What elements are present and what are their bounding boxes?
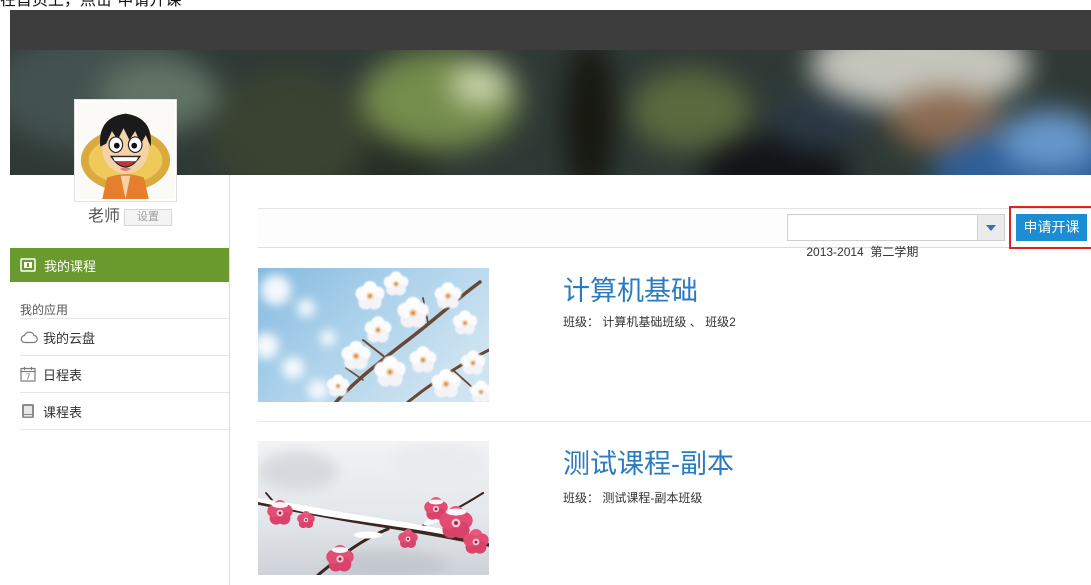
course-cover-image[interactable] [258,441,489,575]
avatar-image [77,102,174,199]
sidebar-item-label: 日程表 [43,367,83,383]
section-label-my-apps: 我的应用 [20,303,69,317]
dropdown-arrow-button[interactable] [977,215,1004,240]
classes-label: 班级： [563,491,600,505]
class-separator: 、 [689,315,702,329]
class-name: 计算机基础班级 [602,315,687,329]
settings-button[interactable]: 设置 [124,208,173,226]
course-title-link[interactable]: 计算机基础 [563,275,698,307]
course-cover-image[interactable] [258,268,489,402]
course-title-link[interactable]: 测试课程-副本 [563,448,734,480]
apply-course-button[interactable]: 申请开课 [1016,214,1087,241]
calendar-icon: 7 [20,366,38,382]
book-icon [20,403,38,419]
class-name: 测试课程-副本班级 [602,491,703,505]
semester-select-value: 2013-2014 第二学期 [806,245,919,259]
sidebar-item-schedule[interactable]: 7 日程表 [20,356,229,393]
classes-label: 班级： [563,315,600,329]
cloud-icon [20,329,38,345]
course-classes: 班级： 计算机基础班级 、 班级2 [563,314,736,330]
app-list: 我的云盘 7 日程表 课程表 [20,318,229,430]
instruction-caption: 在首页上，点击“申请开课” [0,0,187,9]
class-name: 班级2 [705,315,736,329]
sidebar-item-label: 我的云盘 [43,330,96,346]
page: 在首页上，点击“申请开课” 老师 设置 我的课程 我的应用 我的云盘 7 日程表… [0,0,1091,585]
course-icon [20,258,36,272]
sidebar-item-my-courses[interactable]: 我的课程 [10,248,229,282]
top-nav-bar [10,10,1091,50]
sidebar-item-label: 课程表 [43,404,83,420]
course-classes: 班级： 测试课程-副本班级 [563,490,702,506]
user-name: 老师 [88,208,121,225]
avatar [75,100,176,201]
triangle-down-icon [986,224,996,231]
semester-select[interactable]: 2013-2014 第二学期 [787,214,1005,259]
left-sidebar: 老师 设置 我的课程 我的应用 我的云盘 7 日程表 课程表 [10,175,230,585]
course-divider [258,421,1091,422]
course-item: 计算机基础 班级： 计算机基础班级 、 班级2 [258,268,1091,402]
sidebar-item-label: 我的课程 [44,258,97,274]
user-info: 老师 设置 [88,207,173,227]
course-item: 测试课程-副本 班级： 测试课程-副本班级 [258,441,1091,575]
sidebar-item-timetable[interactable]: 课程表 [20,393,229,430]
sidebar-item-cloud-drive[interactable]: 我的云盘 [20,319,229,356]
calendar-icon-day: 7 [25,373,30,382]
